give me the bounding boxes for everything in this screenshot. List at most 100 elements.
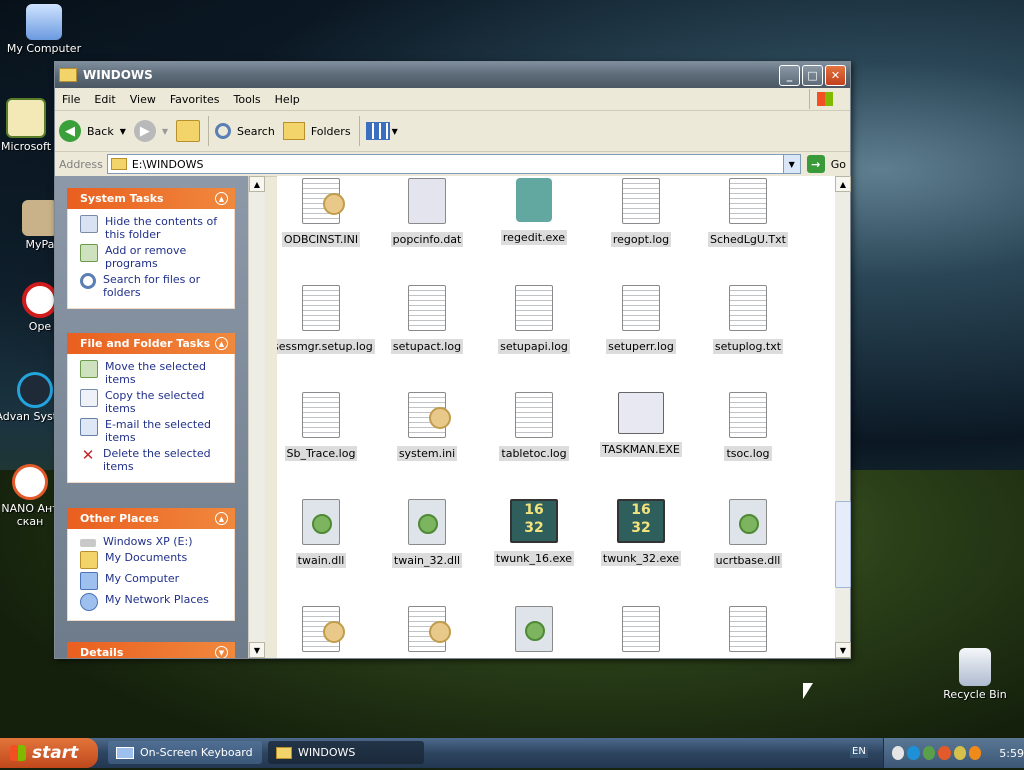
file-item[interactable]: 16 32 twunk_16.exe bbox=[484, 499, 584, 566]
taskbar-button-on-screen-keyboard[interactable]: On-Screen Keyboard bbox=[108, 741, 262, 764]
task-search-files[interactable]: Search for files or folders bbox=[80, 273, 228, 299]
file-item-partial[interactable] bbox=[591, 606, 691, 658]
task-add-remove-programs[interactable]: Add or remove programs bbox=[80, 244, 228, 270]
menu-help[interactable]: Help bbox=[268, 93, 307, 106]
panel-header[interactable]: Details ▼ bbox=[67, 642, 235, 658]
tray-icon-4[interactable] bbox=[938, 746, 951, 760]
file-item[interactable]: 16 32 twunk_32.exe bbox=[591, 499, 691, 566]
file-name: twain_32.dll bbox=[391, 553, 463, 568]
file-item[interactable]: regedit.exe bbox=[484, 178, 584, 245]
scroll-down-arrow[interactable]: ▼ bbox=[835, 642, 851, 658]
views-button[interactable]: ▼ bbox=[365, 122, 398, 140]
file-item[interactable]: tsoc.log bbox=[698, 392, 798, 461]
scroll-down-arrow[interactable]: ▼ bbox=[249, 642, 265, 658]
menu-edit[interactable]: Edit bbox=[87, 93, 122, 106]
back-button[interactable]: ◀ Back ▼ bbox=[59, 120, 126, 142]
file-name: tsoc.log bbox=[724, 446, 772, 461]
move-icon bbox=[80, 360, 98, 378]
scroll-up-arrow[interactable]: ▲ bbox=[835, 176, 851, 192]
menu-tools[interactable]: Tools bbox=[227, 93, 268, 106]
collapse-chevron-icon[interactable]: ▲ bbox=[215, 512, 228, 525]
file-icon bbox=[408, 499, 446, 545]
scroll-up-arrow[interactable]: ▲ bbox=[249, 176, 265, 192]
place-my-network-places[interactable]: My Network Places bbox=[80, 593, 228, 611]
scrollbar-thumb[interactable] bbox=[835, 501, 851, 588]
windows-logo-icon bbox=[809, 89, 840, 109]
panel-header[interactable]: Other Places ▲ bbox=[67, 508, 235, 529]
address-dropdown-button[interactable]: ▼ bbox=[782, 155, 800, 173]
place-windows-xp-drive[interactable]: Windows XP (E:) bbox=[80, 535, 228, 548]
file-item[interactable]: Sb_Trace.log bbox=[277, 392, 371, 461]
window-titlebar[interactable]: WINDOWS _ □ ✕ bbox=[55, 62, 850, 88]
file-item[interactable]: popcinfo.dat bbox=[377, 178, 477, 247]
go-button[interactable]: → Go bbox=[806, 155, 846, 173]
file-icon bbox=[516, 178, 552, 222]
menu-file[interactable]: File bbox=[55, 93, 87, 106]
task-pane-scrollbar[interactable]: ▲ ▼ bbox=[248, 176, 265, 658]
file-item[interactable]: setupapi.log bbox=[484, 285, 584, 354]
file-item-partial[interactable] bbox=[277, 606, 371, 658]
file-list-scrollbar[interactable]: ▲ ▼ bbox=[835, 176, 851, 658]
menu-favorites[interactable]: Favorites bbox=[163, 93, 227, 106]
file-item[interactable]: system.ini bbox=[377, 392, 477, 461]
menu-view[interactable]: View bbox=[123, 93, 163, 106]
file-item[interactable]: setuplog.txt bbox=[698, 285, 798, 354]
file-item[interactable]: setuperr.log bbox=[591, 285, 691, 354]
maximize-button[interactable]: □ bbox=[802, 64, 823, 86]
taskbar-button-windows[interactable]: WINDOWS bbox=[268, 741, 424, 764]
language-indicator[interactable]: EN bbox=[850, 745, 868, 758]
tray-icon-6[interactable] bbox=[968, 746, 982, 760]
file-name: sessmgr.setup.log bbox=[277, 339, 375, 354]
chevron-down-icon[interactable]: ▼ bbox=[162, 127, 168, 136]
tray-icon-1[interactable] bbox=[892, 746, 905, 760]
task-email-items[interactable]: E-mail the selected items bbox=[80, 418, 228, 444]
file-item[interactable]: ucrtbase.dll bbox=[698, 499, 798, 568]
close-button[interactable]: ✕ bbox=[825, 64, 846, 86]
place-label: Windows XP (E:) bbox=[103, 535, 193, 548]
file-item[interactable]: sessmgr.setup.log bbox=[277, 285, 375, 354]
chevron-down-icon[interactable]: ▼ bbox=[120, 127, 126, 136]
file-name: tabletoc.log bbox=[499, 446, 569, 461]
tray-icon-3[interactable] bbox=[922, 746, 936, 760]
expand-chevron-icon[interactable]: ▼ bbox=[215, 646, 228, 658]
task-hide-contents[interactable]: Hide the contents of this folder bbox=[80, 215, 228, 241]
collapse-chevron-icon[interactable]: ▲ bbox=[215, 337, 228, 350]
file-item[interactable]: tabletoc.log bbox=[484, 392, 584, 461]
tray-icon-2[interactable] bbox=[907, 746, 920, 760]
task-move-items[interactable]: Move the selected items bbox=[80, 360, 228, 386]
task-delete-items[interactable]: ✕ Delete the selected items bbox=[80, 447, 228, 473]
file-item[interactable]: ODBCINST.INI bbox=[277, 178, 371, 247]
file-item-partial[interactable] bbox=[484, 606, 584, 658]
forward-button[interactable]: ▶ ▼ bbox=[133, 120, 168, 142]
place-my-documents[interactable]: My Documents bbox=[80, 551, 228, 569]
folders-button[interactable]: Folders bbox=[282, 122, 351, 140]
up-folder-button[interactable] bbox=[176, 120, 201, 142]
start-button[interactable]: start bbox=[0, 738, 98, 768]
desktop-icon-recycle-bin[interactable]: Recycle Bin bbox=[935, 648, 1015, 701]
file-icon bbox=[515, 285, 553, 331]
panel-header[interactable]: System Tasks ▲ bbox=[67, 188, 235, 209]
panel-header[interactable]: File and Folder Tasks ▲ bbox=[67, 333, 235, 354]
file-item-partial[interactable] bbox=[377, 606, 477, 658]
place-my-computer[interactable]: My Computer bbox=[80, 572, 228, 590]
file-item-partial[interactable] bbox=[698, 606, 798, 658]
desktop-icon-my-computer[interactable]: My Computer bbox=[4, 4, 84, 55]
collapse-chevron-icon[interactable]: ▲ bbox=[215, 192, 228, 205]
address-input[interactable]: E:\WINDOWS ▼ bbox=[106, 154, 801, 174]
file-item[interactable]: SchedLgU.Txt bbox=[698, 178, 798, 247]
file-item[interactable]: setupact.log bbox=[377, 285, 477, 354]
task-copy-items[interactable]: Copy the selected items bbox=[80, 389, 228, 415]
file-item[interactable]: twain_32.dll bbox=[377, 499, 477, 568]
file-icon bbox=[515, 606, 553, 652]
file-item[interactable]: twain.dll bbox=[277, 499, 371, 568]
file-icon: 16 32 bbox=[510, 499, 558, 543]
tray-icon-5[interactable] bbox=[953, 746, 966, 760]
clock[interactable]: 5:59 bbox=[999, 747, 1024, 760]
toolbar-separator bbox=[358, 116, 360, 146]
file-item[interactable]: TASKMAN.EXE bbox=[591, 392, 691, 457]
search-button[interactable]: Search bbox=[215, 123, 275, 139]
file-item[interactable]: regopt.log bbox=[591, 178, 691, 247]
minimize-button[interactable]: _ bbox=[779, 64, 800, 86]
file-icon-text: 32 bbox=[631, 520, 651, 536]
desktop-icon-label: MyPa bbox=[25, 238, 55, 251]
